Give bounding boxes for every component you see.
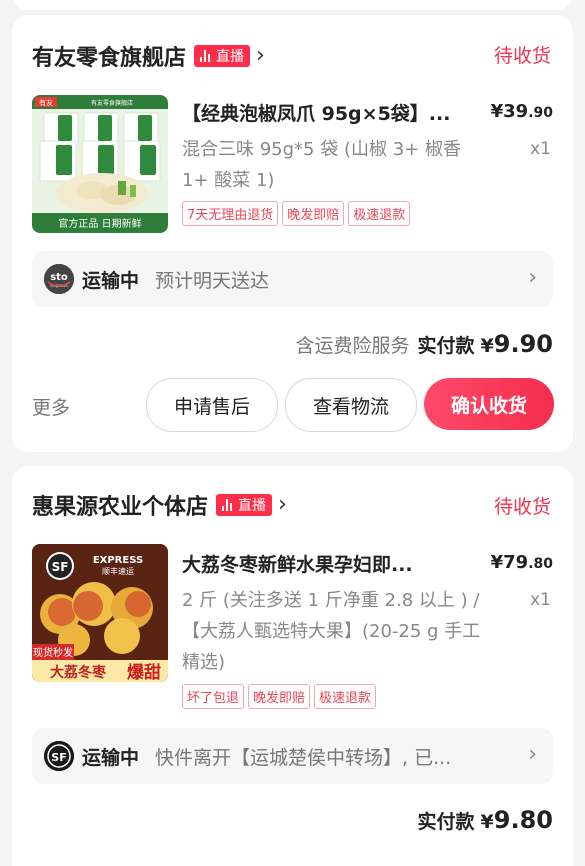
- logistics-bar[interactable]: SF 运输中 快件离开【运城楚侯中转场】, 已... ›: [32, 728, 553, 784]
- price-dec: .90: [528, 105, 553, 121]
- product-image-art: SF EXPRESS 顺丰速运 现货秒发 大荔冬枣 爆甜: [32, 544, 168, 682]
- view-logistics-button[interactable]: 查看物流: [285, 378, 417, 432]
- paid-label: 实付款: [417, 335, 475, 357]
- live-bars-icon: [222, 499, 234, 511]
- service-tag: 坏了包退: [182, 684, 245, 709]
- logistics-bar[interactable]: sto express 运输中 预计明天送达 ›: [32, 251, 553, 307]
- product-price: ¥79.80: [491, 552, 553, 573]
- price-int: ¥79: [490, 552, 529, 573]
- chevron-right-icon: ›: [528, 742, 537, 767]
- payment-row: 含运费险服务 实付款 ¥ 9.90: [296, 330, 553, 358]
- paid-amount: 9.90: [493, 330, 553, 358]
- payment-row: 实付款 ¥ 9.80: [418, 806, 553, 834]
- price-int: ¥39: [490, 101, 529, 122]
- logistics-desc: 预计明天送达: [155, 269, 270, 292]
- svg-text:SF: SF: [52, 560, 69, 574]
- service-tags: 7天无理由退货 晚发即赔 极速退款: [182, 201, 414, 226]
- sto-logo-text: sto: [50, 272, 68, 283]
- previous-card-edge: [12, 0, 573, 10]
- product-qty: x1: [530, 590, 551, 610]
- service-tag: 极速退款: [314, 684, 377, 709]
- product-price: ¥39.90: [491, 101, 553, 122]
- product-image-art: 有友 有友零食旗舰店 官方正品 日期新鲜: [32, 95, 168, 233]
- banner-text: 大荔冬枣: [50, 664, 107, 681]
- banner-text: 官方正品 日期新鲜: [58, 217, 141, 230]
- live-badge[interactable]: 直播: [216, 494, 273, 516]
- product-spec: 2 斤 (关注多送 1 斤净重 2.8 以上 ) /【大荔人甄选特大果】(20-…: [182, 590, 481, 673]
- express-label: EXPRESS: [93, 555, 143, 566]
- logistics-desc: 快件离开【运城楚侯中转场】, 已...: [155, 746, 452, 769]
- more-button[interactable]: 更多: [32, 393, 70, 420]
- product-image[interactable]: SF EXPRESS 顺丰速运 现货秒发 大荔冬枣 爆甜: [32, 544, 168, 682]
- service-tag: 7天无理由退货: [182, 201, 279, 226]
- express-cn-label: 顺丰速运: [102, 566, 134, 576]
- service-tag: 晚发即赔: [282, 201, 345, 226]
- order-status: 待收货: [493, 45, 551, 67]
- live-bars-icon: [200, 50, 212, 62]
- sf-logo-text: SF: [51, 751, 66, 764]
- order-status: 待收货: [493, 496, 551, 518]
- chevron-right-icon[interactable]: ›: [256, 45, 265, 67]
- product-title[interactable]: 【经典泡椒凤爪 95g×5袋】...: [182, 99, 462, 126]
- service-tag: 晚发即赔: [248, 684, 311, 709]
- order-card: 惠果源农业个体店 直播 › 待收货 SF EXPRESS 顺丰速运 现货秒发 大…: [12, 466, 573, 866]
- banner-text: 爆甜: [127, 662, 161, 682]
- sto-logo-icon: sto express: [44, 264, 74, 294]
- service-tag: 极速退款: [348, 201, 411, 226]
- confirm-receipt-button[interactable]: 确认收货: [424, 378, 554, 430]
- store-text: 有友零食旗舰店: [91, 99, 133, 107]
- after-sales-button[interactable]: 申请售后: [146, 378, 278, 432]
- shop-name[interactable]: 惠果源农业个体店: [32, 489, 208, 521]
- price-dec: .80: [528, 556, 553, 572]
- chevron-right-icon: ›: [528, 265, 537, 290]
- live-label: 直播: [238, 498, 267, 514]
- banner-text: 现货秒发: [33, 646, 73, 659]
- logistics-status: 运输中: [82, 746, 140, 769]
- shop-header[interactable]: 惠果源农业个体店 直播 ›: [32, 488, 287, 522]
- chevron-right-icon[interactable]: ›: [278, 494, 287, 516]
- shipping-insurance-note: 含运费险服务: [295, 335, 410, 357]
- product-qty: x1: [530, 139, 551, 159]
- paid-label: 实付款: [417, 811, 475, 833]
- product-title[interactable]: 大荔冬枣新鲜水果孕妇即...: [182, 550, 462, 577]
- live-badge[interactable]: 直播: [194, 45, 251, 67]
- paid-currency: ¥: [480, 335, 494, 357]
- order-card: 有友零食旗舰店 直播 › 待收货 有友 有友零食旗舰店 官方正品 日期新鲜 【经…: [12, 15, 573, 452]
- service-tags: 坏了包退 晚发即赔 极速退款: [182, 684, 380, 709]
- sf-logo-icon: SF: [44, 741, 74, 771]
- logistics-status: 运输中: [82, 269, 140, 292]
- paid-amount: 9.80: [493, 806, 553, 834]
- live-label: 直播: [216, 49, 245, 65]
- shop-header[interactable]: 有友零食旗舰店 直播 ›: [32, 39, 265, 73]
- product-image[interactable]: 有友 有友零食旗舰店 官方正品 日期新鲜: [32, 95, 168, 233]
- paid-currency: ¥: [480, 811, 494, 833]
- shop-name[interactable]: 有友零食旗舰店: [32, 40, 186, 72]
- product-spec: 混合三味 95g*5 袋 (山椒 3+ 椒香 1+ 酸菜 1): [182, 139, 461, 191]
- brand-logo-text: 有友: [39, 98, 53, 107]
